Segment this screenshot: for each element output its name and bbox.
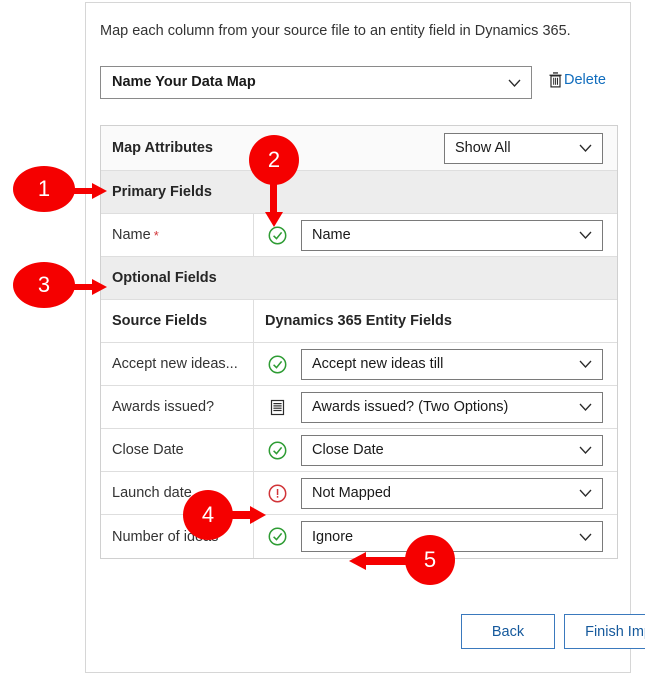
accept-new-ideas-entity-cell: Accept new ideas till [301,348,617,380]
back-button[interactable]: Back [461,614,555,649]
name-row-entity-cell: Name [301,219,617,251]
chevron-down-icon [579,360,592,368]
column-header-entity: Dynamics 365 Entity Fields [265,313,452,329]
primary-fields-section: Primary Fields [101,171,617,214]
awards-issued-status-icon [254,398,301,417]
check-circle-icon [268,527,287,546]
awards-issued-entity-select[interactable]: Awards issued? (Two Options) [301,391,603,423]
launch-date-entity-cell: Not Mapped [301,477,617,509]
close-date-source-label: Close Date [101,429,254,471]
chevron-down-icon [579,403,592,411]
table-row: Launch date Not Mapped [101,472,617,515]
chevron-down-icon [579,446,592,454]
screenshot-root: Map each column from your source file to… [0,0,645,680]
accept-new-ideas-source-label: Accept new ideas... [101,343,254,385]
launch-date-entity-select[interactable]: Not Mapped [301,477,603,509]
finish-import-button[interactable]: Finish Import [564,614,645,649]
list-document-icon [268,398,287,417]
name-entity-value: Name [312,227,351,243]
map-attributes-row: Map Attributes Show All [101,126,617,171]
dialog-instruction-text: Map each column from your source file to… [100,23,571,39]
number-of-ideas-status-icon [254,527,301,546]
table-row: Awards issued? Awards issued? (Two Optio… [101,386,617,429]
name-row-source-label: Name * [101,214,254,256]
accept-new-ideas-entity-select[interactable]: Accept new ideas till [301,348,603,380]
accept-new-ideas-status-icon [254,355,301,374]
import-mapping-dialog: Map each column from your source file to… [85,2,645,673]
data-map-name-value: Name Your Data Map [112,74,256,90]
callout-3: 3 [13,262,75,308]
callout-5-arrow [348,551,410,571]
column-header-row: Source Fields Dynamics 365 Entity Fields [101,300,617,343]
chevron-down-icon [579,489,592,497]
callout-4: 4 [183,490,233,540]
data-map-name-select[interactable]: Name Your Data Map [100,66,532,99]
chevron-down-icon [508,79,521,87]
table-row: Name * Name [101,214,617,257]
trash-icon [548,71,563,88]
close-date-entity-value: Close Date [312,442,384,458]
name-row-status-icon [254,226,301,245]
callout-2: 2 [249,135,299,185]
launch-date-entity-value: Not Mapped [312,485,391,501]
chevron-down-icon [579,231,592,239]
optional-fields-section: Optional Fields [101,257,617,300]
chevron-down-icon [579,533,592,541]
column-header-source: Source Fields [101,300,254,342]
launch-date-status-icon [254,484,301,503]
awards-issued-entity-value: Awards issued? (Two Options) [312,399,509,415]
chevron-down-icon [579,144,592,152]
name-entity-select[interactable]: Name [301,219,603,251]
callout-1: 1 [13,166,75,212]
close-date-status-icon [254,441,301,460]
check-circle-icon [268,226,287,245]
callout-1-arrow [70,182,108,200]
number-of-ideas-entity-value: Ignore [312,528,354,545]
number-of-ideas-entity-cell: Ignore [301,521,617,552]
show-filter-select[interactable]: Show All [444,132,603,164]
delete-map-label: Delete [564,71,606,88]
callout-5: 5 [405,535,455,585]
field-mapping-table: Map Attributes Show All Primary Fields N… [100,125,618,559]
check-circle-icon [268,441,287,460]
table-row: Accept new ideas... Accept new ideas til… [101,343,617,386]
callout-3-arrow [70,278,108,296]
close-date-entity-select[interactable]: Close Date [301,434,603,466]
error-circle-icon [268,484,287,503]
delete-map-button[interactable]: Delete [548,71,606,88]
awards-issued-source-label: Awards issued? [101,386,254,428]
close-date-entity-cell: Close Date [301,434,617,466]
accept-new-ideas-entity-value: Accept new ideas till [312,356,444,372]
check-circle-icon [268,355,287,374]
optional-fields-label: Optional Fields [112,270,217,286]
primary-fields-label: Primary Fields [112,184,212,200]
awards-issued-entity-cell: Awards issued? (Two Options) [301,391,617,423]
table-row: Close Date Close Date [101,429,617,472]
show-filter-value: Show All [455,140,511,156]
required-marker: * [153,227,159,243]
